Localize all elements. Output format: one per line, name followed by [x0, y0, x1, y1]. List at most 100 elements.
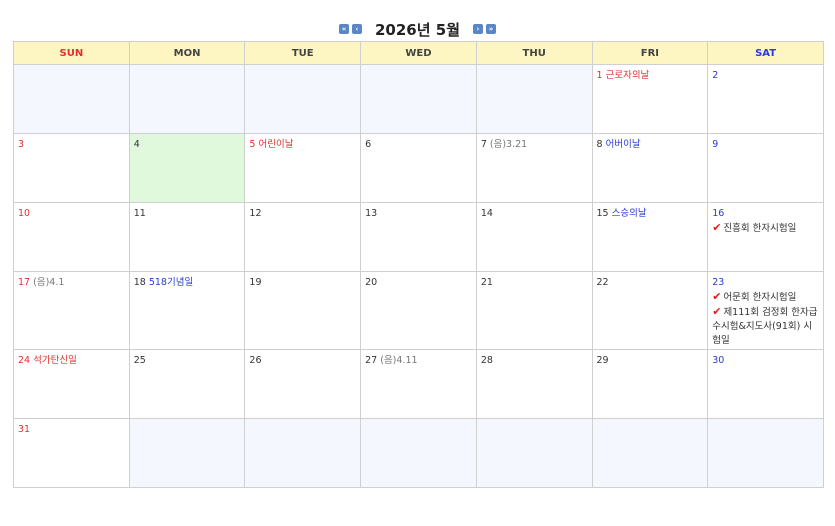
week-row-1: 1 근로자의날 2: [13, 64, 824, 134]
day-number: 23: [712, 277, 725, 288]
day-cell-empty: [13, 64, 130, 134]
day-number: 20: [365, 277, 378, 288]
day-number: 8: [596, 139, 603, 150]
lunar-date-label: (음)4.1: [33, 277, 65, 288]
day-cell-19[interactable]: 19: [244, 271, 362, 350]
prev-year-button[interactable]: «: [338, 24, 349, 34]
week-row-2: 3 4 5 어린이날 6 7 (음)3.21 8 어버이날 9: [13, 133, 824, 203]
day-cell-2[interactable]: 2: [707, 64, 824, 134]
weekday-sun: SUN: [13, 41, 130, 65]
day-number: 12: [249, 208, 262, 219]
holiday-label: 근로자의날: [605, 70, 650, 81]
holiday-label: 어린이날: [258, 139, 294, 150]
check-icon: ✔: [712, 290, 722, 303]
day-number: 31: [18, 424, 31, 435]
day-number: 7: [480, 139, 487, 150]
day-cell-empty: [475, 418, 593, 488]
day-cell-empty: [244, 64, 362, 134]
day-cell-10[interactable]: 10: [13, 202, 130, 272]
prev-month-button[interactable]: ‹: [351, 24, 362, 34]
day-cell-empty: [128, 64, 246, 134]
day-cell-27[interactable]: 27 (음)4.11: [360, 349, 477, 419]
anniversary-label: 어버이날: [605, 139, 641, 150]
day-cell-11[interactable]: 11: [128, 202, 246, 272]
anniversary-label: 518기념일: [148, 277, 194, 288]
day-number: 22: [596, 277, 609, 288]
day-cell-16[interactable]: 16 ✔ 진흥회 한자시험일: [707, 202, 824, 272]
day-cell-17[interactable]: 17 (음)4.1: [13, 271, 130, 350]
day-cell-empty: [591, 418, 709, 488]
day-cell-empty: [244, 418, 362, 488]
weekday-sat: SAT: [707, 41, 824, 65]
day-number: 26: [249, 355, 262, 366]
day-cell-30[interactable]: 30: [707, 349, 824, 419]
day-number: 28: [480, 355, 493, 366]
calendar-header: « ‹ 2026년 5월 › »: [0, 16, 835, 40]
day-number: 17: [18, 277, 31, 288]
event-label: 진흥회 한자시험일: [723, 223, 797, 234]
week-row-6: 31: [13, 418, 824, 488]
day-cell-29[interactable]: 29: [591, 349, 709, 419]
day-cell-empty: [360, 64, 477, 134]
day-number: 30: [712, 355, 725, 366]
day-number: 2: [712, 70, 719, 81]
day-cell-13[interactable]: 13: [360, 202, 477, 272]
day-cell-1[interactable]: 1 근로자의날: [591, 64, 709, 134]
day-cell-18[interactable]: 18 518기념일: [128, 271, 246, 350]
event-label: 제111회 검정회 한자급수시험&지도사(91회) 시험일: [712, 307, 818, 346]
day-cell-22[interactable]: 22: [591, 271, 709, 350]
day-cell-empty: [128, 418, 246, 488]
event-item[interactable]: ✔ 제111회 검정회 한자급수시험&지도사(91회) 시험일: [712, 305, 820, 348]
next-month-button[interactable]: ›: [473, 24, 483, 34]
day-number: 27: [365, 355, 378, 366]
week-row-5: 24 석가탄신일 25 26 27 (음)4.11 28 29 30: [13, 349, 824, 419]
event-item[interactable]: ✔ 어문회 한자시험일: [712, 290, 820, 305]
check-icon: ✔: [712, 305, 722, 318]
day-cell-25[interactable]: 25: [128, 349, 246, 419]
day-number: 24: [18, 355, 31, 366]
event-label: 어문회 한자시험일: [723, 292, 797, 303]
day-number: 18: [133, 277, 146, 288]
day-cell-15[interactable]: 15 스승의날: [591, 202, 709, 272]
day-number: 21: [480, 277, 493, 288]
day-cell-9[interactable]: 9: [707, 133, 824, 203]
day-cell-4-today[interactable]: 4: [128, 133, 246, 203]
day-cell-23[interactable]: 23 ✔ 어문회 한자시험일 ✔ 제111회 검정회 한자급수시험&지도사(91회)…: [707, 271, 824, 350]
day-number: 4: [133, 139, 140, 150]
day-cell-8[interactable]: 8 어버이날: [591, 133, 709, 203]
day-number: 3: [18, 139, 25, 150]
weekday-header-row: SUN MON TUE WED THU FRI SAT: [13, 41, 824, 65]
day-cell-24[interactable]: 24 석가탄신일: [13, 349, 130, 419]
weekday-tue: TUE: [244, 41, 362, 65]
day-cell-6[interactable]: 6: [360, 133, 477, 203]
day-number: 1: [596, 70, 603, 81]
weekday-mon: MON: [128, 41, 246, 65]
day-cell-21[interactable]: 21: [475, 271, 593, 350]
day-number: 25: [133, 355, 146, 366]
holiday-label: 석가탄신일: [33, 355, 77, 366]
day-cell-20[interactable]: 20: [360, 271, 477, 350]
lunar-date-label: (음)4.11: [380, 355, 418, 366]
weekday-fri: FRI: [591, 41, 709, 65]
day-number: 6: [365, 139, 372, 150]
day-cell-12[interactable]: 12: [244, 202, 362, 272]
anniversary-label: 스승의날: [611, 208, 647, 219]
day-cell-26[interactable]: 26: [244, 349, 362, 419]
weekday-thu: THU: [475, 41, 593, 65]
day-cell-7[interactable]: 7 (음)3.21: [475, 133, 593, 203]
day-number: 5: [249, 139, 256, 150]
next-year-button[interactable]: »: [486, 24, 496, 34]
day-cell-3[interactable]: 3: [13, 133, 130, 203]
day-number: 14: [480, 208, 493, 219]
day-cell-31[interactable]: 31: [13, 418, 130, 488]
day-cell-empty: [707, 418, 824, 488]
day-number: 29: [596, 355, 609, 366]
day-cell-14[interactable]: 14: [475, 202, 593, 272]
day-cell-5[interactable]: 5 어린이날: [244, 133, 362, 203]
weekday-wed: WED: [360, 41, 477, 65]
day-cell-28[interactable]: 28: [475, 349, 593, 419]
calendar-grid: SUN MON TUE WED THU FRI SAT 1 근로자의날 2 3 …: [13, 41, 824, 488]
calendar-title: 2026년 5월: [374, 20, 460, 39]
lunar-date-label: (음)3.21: [489, 139, 528, 150]
event-item[interactable]: ✔ 진흥회 한자시험일: [712, 221, 820, 236]
